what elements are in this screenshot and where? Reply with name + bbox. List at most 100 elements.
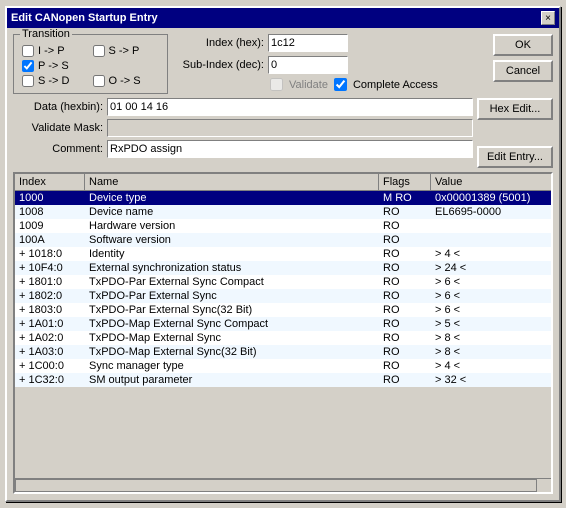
table-cell-value <box>431 219 551 233</box>
checkbox-s-p[interactable]: S -> P <box>93 45 160 57</box>
table-cell-flags: RO <box>379 303 431 317</box>
transition-group: Transition I -> P S -> P P -> S <box>13 34 168 94</box>
validate-row: Validate Complete Access <box>174 78 487 91</box>
window-title: Edit CANopen Startup Entry <box>11 12 158 24</box>
cancel-button[interactable]: Cancel <box>493 60 553 82</box>
table-cell-index: + 1C32:0 <box>15 373 85 387</box>
table-cell-flags: RO <box>379 275 431 289</box>
complete-access-checkbox[interactable] <box>334 78 347 91</box>
checkbox-p-s-input[interactable] <box>22 60 34 72</box>
table-cell-value: 0x00001389 (5001) <box>431 191 551 205</box>
table-row[interactable]: + 1C32:0SM output parameterRO> 32 < <box>15 373 551 387</box>
validate-mask-row: Validate Mask: <box>13 119 473 137</box>
table-cell-flags: RO <box>379 373 431 387</box>
ok-button[interactable]: OK <box>493 34 553 56</box>
table-cell-index: 1000 <box>15 191 85 205</box>
table-row[interactable]: + 1C00:0Sync manager typeRO> 4 < <box>15 359 551 373</box>
subindex-label: Sub-Index (dec): <box>174 59 264 71</box>
table-cell-name: Sync manager type <box>85 359 379 373</box>
table-cell-value: > 4 < <box>431 247 551 261</box>
checkbox-s-p-label: S -> P <box>109 45 140 57</box>
checkbox-o-s[interactable]: O -> S <box>93 75 160 87</box>
checkbox-s-d-label: S -> D <box>38 75 69 87</box>
table-row[interactable]: 100ASoftware versionRO <box>15 233 551 247</box>
checkbox-i-p[interactable]: I -> P <box>22 45 89 57</box>
checkbox-s-d[interactable]: S -> D <box>22 75 89 87</box>
table-cell-name: TxPDO-Par External Sync Compact <box>85 275 379 289</box>
table-cell-name: TxPDO-Map External Sync(32 Bit) <box>85 345 379 359</box>
table-row[interactable]: 1000Device typeM RO0x00001389 (5001) <box>15 191 551 205</box>
h-scrollbar[interactable] <box>15 479 537 492</box>
table-row[interactable]: 1008Device nameROEL6695-0000 <box>15 205 551 219</box>
title-bar: Edit CANopen Startup Entry × <box>7 8 559 28</box>
table-cell-index: + 1801:0 <box>15 275 85 289</box>
col-flags: Flags <box>379 174 431 190</box>
checkbox-s-d-input[interactable] <box>22 75 34 87</box>
table-cell-flags: RO <box>379 261 431 275</box>
table-cell-index: + 1A01:0 <box>15 317 85 331</box>
comment-label: Comment: <box>13 143 103 155</box>
table-row[interactable]: + 1018:0IdentityRO> 4 < <box>15 247 551 261</box>
main-window: Edit CANopen Startup Entry × Transition … <box>5 6 561 502</box>
table-row[interactable]: + 1A03:0TxPDO-Map External Sync(32 Bit)R… <box>15 345 551 359</box>
table-body[interactable]: 1000Device typeM RO0x00001389 (5001) 100… <box>15 191 551 478</box>
checkbox-s-p-input[interactable] <box>93 45 105 57</box>
side-buttons: Hex Edit... Edit Entry... <box>477 98 553 168</box>
col-name: Name <box>85 174 379 190</box>
index-label: Index (hex): <box>174 37 264 49</box>
table-cell-name: TxPDO-Map External Sync Compact <box>85 317 379 331</box>
table-cell-index: 100A <box>15 233 85 247</box>
table-cell-index: 1008 <box>15 205 85 219</box>
table-row[interactable]: 1009Hardware versionRO <box>15 219 551 233</box>
table-row[interactable]: + 1803:0TxPDO-Par External Sync(32 Bit)R… <box>15 303 551 317</box>
data-hex-input[interactable] <box>107 98 473 116</box>
edit-entry-button[interactable]: Edit Entry... <box>477 146 553 168</box>
complete-access-label: Complete Access <box>353 79 438 91</box>
hex-edit-button[interactable]: Hex Edit... <box>477 98 553 120</box>
validate-label: Validate <box>289 79 328 91</box>
checkbox-p-s[interactable]: P -> S <box>22 60 89 72</box>
index-input[interactable] <box>268 34 348 52</box>
validate-checkbox[interactable] <box>270 78 283 91</box>
comment-input[interactable] <box>107 140 473 158</box>
table-cell-name: TxPDO-Par External Sync(32 Bit) <box>85 303 379 317</box>
table-cell-value: > 6 < <box>431 275 551 289</box>
table-cell-index: + 1A02:0 <box>15 331 85 345</box>
table-cell-flags: RO <box>379 219 431 233</box>
data-label: Data (hexbin): <box>13 101 103 113</box>
table-cell-index: + 1802:0 <box>15 289 85 303</box>
table-cell-value: > 6 < <box>431 303 551 317</box>
table-cell-name: Identity <box>85 247 379 261</box>
table-row[interactable]: + 10F4:0External synchronization statusR… <box>15 261 551 275</box>
checkbox-i-p-input[interactable] <box>22 45 34 57</box>
close-button[interactable]: × <box>541 11 555 25</box>
table-cell-value: EL6695-0000 <box>431 205 551 219</box>
table-cell-index: 1009 <box>15 219 85 233</box>
subindex-input[interactable] <box>268 56 348 74</box>
table-cell-flags: RO <box>379 289 431 303</box>
table-cell-index: + 1018:0 <box>15 247 85 261</box>
form-section: Index (hex): Sub-Index (dec): Validate C… <box>174 34 487 91</box>
ok-cancel-group: OK Cancel <box>493 34 553 82</box>
checkbox-o-s-input[interactable] <box>93 75 105 87</box>
checkbox-p-s-label: P -> S <box>38 60 69 72</box>
col-index: Index <box>15 174 85 190</box>
validate-mask-label: Validate Mask: <box>13 122 103 134</box>
table-wrapper: Index Name Flags Value 1000Device typeM … <box>13 172 553 494</box>
table-cell-name: TxPDO-Map External Sync <box>85 331 379 345</box>
table-row[interactable]: + 1A01:0TxPDO-Map External Sync CompactR… <box>15 317 551 331</box>
table-cell-value: > 6 < <box>431 289 551 303</box>
table-cell-flags: RO <box>379 205 431 219</box>
validate-mask-input[interactable] <box>107 119 473 137</box>
table-row[interactable]: + 1801:0TxPDO-Par External Sync CompactR… <box>15 275 551 289</box>
col-value: Value <box>431 174 551 190</box>
h-scrollbar-container <box>15 478 551 492</box>
table-cell-value: > 4 < <box>431 359 551 373</box>
table-row[interactable]: + 1A02:0TxPDO-Map External SyncRO> 8 < <box>15 331 551 345</box>
table-cell-name: External synchronization status <box>85 261 379 275</box>
top-row: Transition I -> P S -> P P -> S <box>13 34 553 94</box>
table-cell-name: Hardware version <box>85 219 379 233</box>
table-cell-flags: RO <box>379 233 431 247</box>
table-cell-name: SM output parameter <box>85 373 379 387</box>
table-row[interactable]: + 1802:0TxPDO-Par External SyncRO> 6 < <box>15 289 551 303</box>
